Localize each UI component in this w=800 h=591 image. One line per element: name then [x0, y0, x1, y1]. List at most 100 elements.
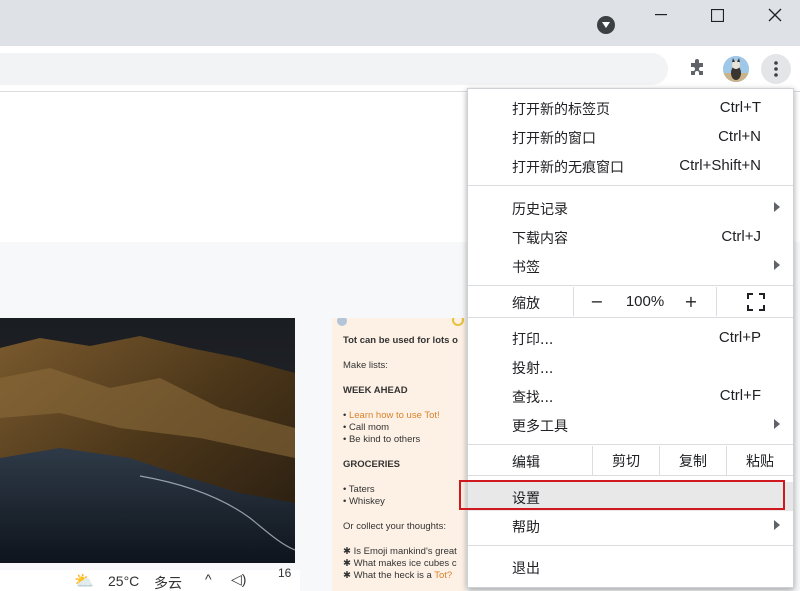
tot-line: Tot can be used for lots o	[343, 335, 458, 346]
tot-heading: GROCERIES	[343, 459, 401, 470]
fullscreen-icon	[747, 292, 765, 311]
menu-item-label: 下载内容	[512, 231, 568, 247]
zoom-divider	[573, 287, 574, 316]
tot-text: Whiskey	[348, 496, 385, 507]
tot-list-item: ✱ What makes ice cubes c	[343, 558, 457, 569]
menu-separator	[468, 475, 793, 476]
tot-text: Taters	[348, 484, 375, 495]
menu-item-label: 历史记录	[512, 202, 568, 218]
menu-separator	[468, 444, 793, 445]
menu-item-cast[interactable]: 投射...	[468, 352, 793, 381]
menu-item-label: 打印...	[512, 332, 554, 348]
menu-item-shortcut: Ctrl+T	[719, 99, 761, 116]
close-button[interactable]	[746, 0, 800, 30]
zoom-value: 100%	[625, 293, 665, 310]
menu-item-more-tools[interactable]: 更多工具	[468, 410, 793, 439]
menu-item-new-tab[interactable]: 打开新的标签页 Ctrl+T	[468, 93, 793, 122]
more-menu-icon[interactable]	[761, 54, 791, 84]
menu-item-label: 查找...	[512, 390, 554, 406]
menu-item-label: 投射...	[512, 361, 554, 377]
tot-text: What makes ice cubes c	[353, 558, 457, 569]
menu-item-label: 打开新的窗口	[512, 131, 596, 147]
minimize-button[interactable]	[632, 0, 690, 30]
chrome-main-menu: 打开新的标签页 Ctrl+T 打开新的窗口 Ctrl+N 打开新的无痕窗口 Ct…	[467, 88, 794, 588]
menu-item-label: 打开新的标签页	[512, 102, 610, 118]
menu-item-label: 书签	[512, 260, 540, 276]
extensions-icon[interactable]	[682, 54, 712, 84]
weather-text: 多云	[154, 576, 182, 591]
menu-item-label: 退出	[512, 561, 540, 577]
tot-text: Is Emoji mankind's great	[353, 546, 457, 557]
tot-list-item: • Taters	[343, 484, 375, 495]
zoom-row: 缩放 − 100% +	[468, 287, 793, 316]
title-bar	[0, 0, 800, 46]
minimize-icon	[655, 14, 667, 16]
menu-item-shortcut: Ctrl+P	[718, 329, 761, 346]
menu-item-shortcut: Ctrl+Shift+N	[679, 157, 761, 174]
menu-item-bookmarks[interactable]: 书签	[468, 251, 793, 280]
menu-item-downloads[interactable]: 下载内容 Ctrl+J	[468, 222, 793, 251]
close-icon	[768, 8, 782, 22]
weather-icon: ⛅	[74, 573, 94, 590]
tot-list-item: ✱ Is Emoji mankind's great	[343, 546, 457, 557]
menu-separator	[468, 317, 793, 318]
submenu-arrow-icon	[774, 202, 780, 212]
address-bar[interactable]	[0, 53, 668, 85]
menu-item-label: 更多工具	[512, 419, 568, 435]
zoom-out-button[interactable]: −	[580, 287, 614, 316]
submenu-arrow-icon	[774, 260, 780, 270]
speaker-icon[interactable]: ◁)	[231, 571, 246, 588]
profile-dropdown-icon[interactable]	[597, 16, 615, 34]
zoom-in-button[interactable]: +	[676, 287, 706, 316]
tot-text: Call mom	[348, 422, 390, 433]
menu-item-history[interactable]: 历史记录	[468, 193, 793, 222]
maximize-button[interactable]	[688, 0, 746, 30]
tot-dot-icon	[452, 318, 464, 326]
cut-button[interactable]: 剪切	[593, 446, 659, 475]
tot-text: Be kind to others	[348, 434, 421, 445]
menu-item-help[interactable]: 帮助	[468, 511, 793, 540]
fullscreen-button[interactable]	[738, 287, 774, 316]
maximize-icon	[710, 8, 724, 22]
menu-separator	[468, 185, 793, 186]
tot-link[interactable]: Tot?	[434, 570, 452, 581]
edit-row: 编辑 剪切 复制 粘贴	[468, 446, 793, 475]
clock-fragment: 16	[278, 566, 292, 580]
menu-separator	[468, 285, 793, 286]
weather-temp: 25°C	[108, 573, 140, 589]
close-icon[interactable]	[337, 318, 347, 326]
menu-item-new-window[interactable]: 打开新的窗口 Ctrl+N	[468, 122, 793, 151]
chevron-up-icon[interactable]: ^	[205, 571, 212, 587]
submenu-arrow-icon	[774, 419, 780, 429]
menu-separator	[468, 545, 793, 546]
menu-item-print[interactable]: 打印... Ctrl+P	[468, 323, 793, 352]
menu-item-shortcut: Ctrl+J	[721, 228, 761, 245]
copy-button[interactable]: 复制	[660, 446, 726, 475]
menu-item-shortcut: Ctrl+F	[719, 387, 761, 404]
menu-item-label: 打开新的无痕窗口	[512, 160, 624, 176]
tot-heading: WEEK AHEAD	[343, 385, 408, 396]
paste-button[interactable]: 粘贴	[727, 446, 793, 475]
settings-highlight-box	[459, 480, 785, 510]
tot-line: Make lists:	[343, 360, 388, 371]
tot-link[interactable]: Learn how to use Tot!	[349, 410, 440, 421]
zoom-label: 缩放	[512, 296, 540, 312]
menu-item-shortcut: Ctrl+N	[718, 128, 761, 145]
browser-toolbar	[0, 46, 800, 92]
tot-list-item: • Call mom	[343, 422, 390, 433]
tot-list-item: • Whiskey	[343, 496, 385, 507]
tot-text: What the heck is a	[353, 570, 432, 581]
tot-list-item: • Learn how to use Tot!	[343, 410, 440, 421]
menu-item-exit[interactable]: 退出	[468, 552, 793, 581]
menu-item-find[interactable]: 查找... Ctrl+F	[468, 381, 793, 410]
submenu-arrow-icon	[774, 520, 780, 530]
wallpaper-image	[0, 318, 295, 563]
avatar-icon[interactable]	[723, 56, 749, 82]
edit-label: 编辑	[512, 455, 540, 471]
tot-list-item: ✱ What the heck is a Tot?	[343, 570, 453, 581]
tot-note-panel: Tot can be used for lots o Make lists: W…	[332, 318, 466, 591]
tot-line: Or collect your thoughts:	[343, 521, 446, 532]
tot-list-item: • Be kind to others	[343, 434, 421, 445]
menu-item-new-incognito[interactable]: 打开新的无痕窗口 Ctrl+Shift+N	[468, 151, 793, 180]
menu-item-label: 帮助	[512, 520, 540, 536]
